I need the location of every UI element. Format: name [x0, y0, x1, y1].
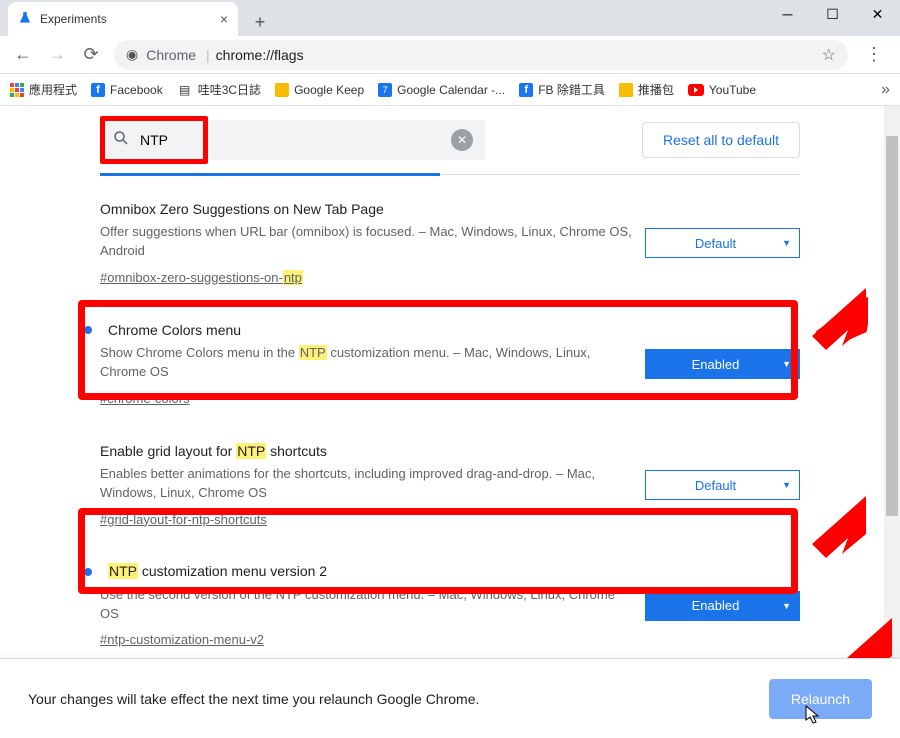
bookmark-calendar[interactable]: 7Google Calendar -... — [378, 83, 505, 97]
facebook-icon: f — [91, 83, 105, 97]
tab-close-icon[interactable]: × — [220, 11, 228, 27]
flag-title: Enable grid layout for NTP shortcuts — [100, 441, 633, 461]
search-input[interactable] — [140, 132, 451, 148]
flag-title: NTP customization menu version 2 — [100, 561, 633, 581]
modified-dot-icon — [84, 568, 92, 576]
search-icon — [112, 129, 130, 152]
flag-description: Offer suggestions when URL bar (omnibox)… — [100, 223, 633, 261]
calendar-icon: 7 — [378, 83, 392, 97]
modified-dot-icon — [84, 326, 92, 334]
flag-title: Chrome Colors menu — [100, 320, 633, 340]
relaunch-bar: Your changes will take effect the next t… — [0, 658, 900, 738]
bookmarks-overflow-button[interactable]: » — [881, 81, 890, 99]
page-content: ✕ Reset all to default Omnibox Zero Sugg… — [0, 106, 900, 738]
flag-anchor-link[interactable]: #chrome-colors — [100, 390, 190, 409]
forward-button[interactable]: → — [40, 38, 74, 72]
flag-description: Enables better animations for the shortc… — [100, 465, 633, 503]
relaunch-message: Your changes will take effect the next t… — [28, 691, 479, 707]
tab-title: Experiments — [40, 12, 107, 26]
browser-tab[interactable]: Experiments × — [8, 2, 238, 36]
flag-entry: Enable grid layout for NTP shortcuts Enab… — [100, 423, 800, 544]
toolbar: ← → ⟳ ◉ Chrome | chrome://flags ☆ ⋮ — [0, 36, 900, 74]
flag-state-select[interactable]: Enabled — [645, 349, 800, 379]
browser-menu-button[interactable]: ⋮ — [854, 44, 894, 65]
bookmark-folder[interactable]: 推播包 — [619, 81, 674, 98]
scrollbar-thumb[interactable] — [886, 136, 898, 516]
chrome-icon: ◉ — [126, 46, 138, 63]
flag-anchor-link[interactable]: #grid-layout-for-ntp-shortcuts — [100, 511, 267, 530]
flag-description: Use the second version of the NTP custom… — [100, 586, 633, 624]
page-icon: ▤ — [177, 82, 193, 98]
window-close-button[interactable]: ✕ — [855, 0, 900, 28]
flask-icon — [18, 11, 32, 28]
flags-search-box[interactable]: ✕ — [100, 120, 485, 160]
bookmarks-bar: 應用程式 fFacebook ▤哇哇3C日誌 Google Keep 7Goog… — [0, 74, 900, 106]
apps-grid-icon — [10, 83, 24, 97]
address-bar[interactable]: ◉ Chrome | chrome://flags ☆ — [114, 40, 848, 70]
keep-icon — [275, 83, 289, 97]
flag-title: Omnibox Zero Suggestions on New Tab Page — [100, 199, 633, 219]
flag-entry: Omnibox Zero Suggestions on New Tab Page… — [100, 181, 800, 302]
flag-state-select[interactable]: Enabled — [645, 591, 800, 621]
youtube-icon — [688, 84, 704, 96]
bookmark-keep[interactable]: Google Keep — [275, 83, 364, 97]
flag-entry: Chrome Colors menu Show Chrome Colors men… — [100, 302, 800, 423]
flag-anchor-link[interactable]: #ntp-customization-menu-v2 — [100, 631, 264, 650]
bookmark-blog[interactable]: ▤哇哇3C日誌 — [177, 81, 261, 98]
url-text: chrome://flags — [216, 47, 304, 63]
flag-anchor-link[interactable]: #omnibox-zero-suggestions-on-ntp — [100, 269, 303, 288]
folder-icon — [619, 83, 633, 97]
back-button[interactable]: ← — [6, 38, 40, 72]
clear-search-icon[interactable]: ✕ — [451, 129, 473, 151]
relaunch-button[interactable]: Relaunch — [769, 679, 872, 719]
flag-state-select[interactable]: Default — [645, 228, 800, 258]
scrollbar-track[interactable] — [884, 106, 900, 738]
tabs-underline — [100, 174, 800, 175]
facebook-icon: f — [519, 83, 533, 97]
reset-all-button[interactable]: Reset all to default — [642, 122, 800, 158]
bookmark-facebook[interactable]: fFacebook — [91, 83, 163, 97]
reload-button[interactable]: ⟳ — [74, 38, 108, 72]
bookmark-fb-debug[interactable]: fFB 除錯工具 — [519, 81, 605, 98]
new-tab-button[interactable]: + — [246, 8, 274, 36]
flag-entry: NTP customization menu version 2 Use the … — [100, 543, 800, 664]
bookmark-youtube[interactable]: YouTube — [688, 83, 756, 97]
window-minimize-button[interactable]: ─ — [765, 0, 810, 28]
flag-state-select[interactable]: Default — [645, 470, 800, 500]
window-maximize-button[interactable]: ☐ — [810, 0, 855, 28]
apps-shortcut[interactable]: 應用程式 — [10, 81, 77, 98]
bookmark-star-icon[interactable]: ☆ — [822, 45, 836, 65]
flag-description: Show Chrome Colors menu in the NTP custo… — [100, 344, 633, 382]
